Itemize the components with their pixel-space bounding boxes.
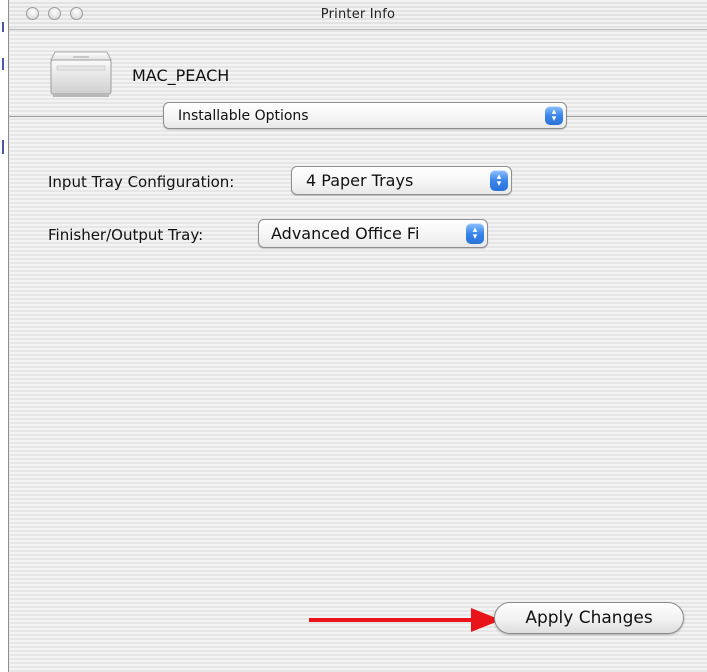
title-bar[interactable]: Printer Info bbox=[9, 0, 707, 30]
finisher-output-label: Finisher/Output Tray: bbox=[48, 226, 204, 244]
window-left-edge bbox=[0, 0, 9, 672]
up-down-arrows-icon: ▴ ▾ bbox=[466, 223, 484, 244]
input-tray-label: Input Tray Configuration: bbox=[48, 173, 235, 191]
edge-mark bbox=[2, 140, 4, 154]
edge-mark bbox=[2, 58, 4, 70]
printer-info-window: Printer Info MAC_PEACH Installable Optio… bbox=[0, 0, 707, 672]
up-down-arrows-icon: ▴ ▾ bbox=[545, 106, 563, 125]
finisher-output-popup-value: Advanced Office Fi bbox=[271, 224, 420, 243]
edge-mark bbox=[2, 22, 4, 32]
apply-changes-button[interactable]: Apply Changes bbox=[494, 602, 684, 634]
red-arrow-icon bbox=[309, 608, 501, 632]
section-popup-value: Installable Options bbox=[178, 107, 309, 124]
window-title: Printer Info bbox=[320, 7, 396, 22]
section-popup[interactable]: Installable Options ▴ ▾ bbox=[163, 102, 567, 129]
input-tray-popup-value: 4 Paper Trays bbox=[306, 171, 414, 190]
printer-icon bbox=[50, 51, 112, 97]
input-tray-popup[interactable]: 4 Paper Trays ▴ ▾ bbox=[291, 166, 512, 195]
printer-name: MAC_PEACH bbox=[132, 66, 230, 85]
up-down-arrows-icon: ▴ ▾ bbox=[490, 170, 508, 191]
finisher-output-popup[interactable]: Advanced Office Fi ▴ ▾ bbox=[258, 219, 488, 248]
